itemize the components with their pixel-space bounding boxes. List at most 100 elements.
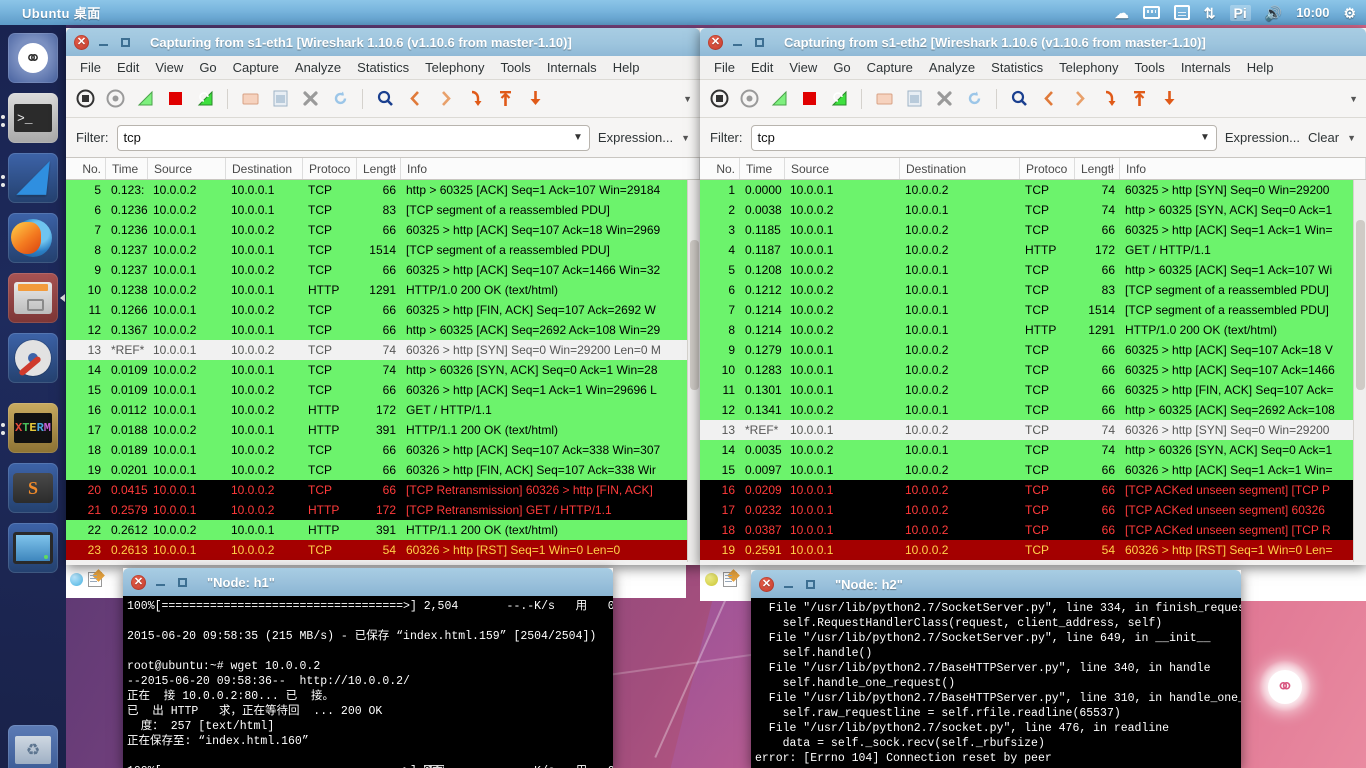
go-back-icon[interactable] (1038, 88, 1060, 110)
start-capture-icon[interactable] (768, 88, 790, 110)
input-method-icon[interactable]: Pi (1229, 4, 1251, 21)
menu-statistics[interactable]: Statistics (983, 58, 1051, 77)
menu-help[interactable]: Help (605, 58, 648, 77)
column-header-no[interactable]: No. (700, 158, 740, 179)
go-last-packet-icon[interactable] (1158, 88, 1180, 110)
table-row[interactable]: 13 *REF* 10.0.0.1 10.0.0.2 TCP 74 60326 > http… (66, 340, 700, 360)
menu-go[interactable]: Go (825, 58, 858, 77)
table-row[interactable]: 10 0.1238 10.0.0.2 10.0.0.1 HTTP 1291 HTTP/1.0… (66, 280, 700, 300)
menu-capture[interactable]: Capture (859, 58, 921, 77)
network-updown-icon[interactable]: ⇅ (1204, 6, 1216, 20)
table-row[interactable]: 19 0.0201 10.0.0.1 10.0.0.2 TCP 66 60326 > htt… (66, 460, 700, 480)
column-header-no[interactable]: No. (66, 158, 106, 179)
keyboard-icon[interactable] (1142, 6, 1160, 19)
launcher-item-firefox[interactable] (8, 213, 58, 263)
terminal-output-h1[interactable]: 100%[===================================… (123, 596, 613, 768)
column-header-protocol[interactable]: Protoco (303, 158, 357, 179)
menu-analyze[interactable]: Analyze (921, 58, 983, 77)
open-file-icon[interactable] (239, 88, 261, 110)
reload-icon[interactable] (329, 88, 351, 110)
clock[interactable]: 10:00 (1296, 5, 1329, 20)
column-header-destination[interactable]: Destination (900, 158, 1020, 179)
filter-overflow-icon[interactable]: ▼ (681, 133, 690, 143)
window-terminal-h2[interactable]: ✕ "Node: h2" File "/usr/lib/python2.7/So… (751, 570, 1241, 768)
table-row[interactable]: 9 0.1237 10.0.0.1 10.0.0.2 TCP 66 60325 > http… (66, 260, 700, 280)
status-dot-icon[interactable] (705, 573, 718, 586)
menu-edit[interactable]: Edit (109, 58, 147, 77)
chevron-down-icon[interactable]: ▼ (1194, 132, 1210, 143)
launcher-item-system-settings[interactable] (8, 333, 58, 383)
interfaces-icon[interactable] (708, 88, 730, 110)
scrollbar-thumb[interactable] (1356, 220, 1365, 390)
minimize-button[interactable] (730, 35, 745, 50)
table-row[interactable]: 14 0.0035 10.0.0.2 10.0.0.1 TCP 74 http > 6032… (700, 440, 1366, 460)
menu-internals[interactable]: Internals (539, 58, 605, 77)
status-dot-icon[interactable] (70, 573, 83, 586)
maximize-button[interactable] (803, 577, 818, 592)
find-packet-icon[interactable] (374, 88, 396, 110)
table-row[interactable]: 18 0.0189 10.0.0.1 10.0.0.2 TCP 66 60326 > htt… (66, 440, 700, 460)
launcher-item-terminal[interactable]: >_ (8, 93, 58, 143)
interfaces-icon[interactable] (74, 88, 96, 110)
menu-go[interactable]: Go (191, 58, 224, 77)
go-back-icon[interactable] (404, 88, 426, 110)
go-to-packet-icon[interactable] (1098, 88, 1120, 110)
go-first-packet-icon[interactable] (1128, 88, 1150, 110)
clear-filter-button[interactable]: Clear (1308, 130, 1339, 145)
table-row[interactable]: 1 0.0000 10.0.0.1 10.0.0.2 TCP 74 60325 > http… (700, 180, 1366, 200)
table-row[interactable]: 4 0.1187 10.0.0.1 10.0.0.2 HTTP 172 GET / HTTP… (700, 240, 1366, 260)
volume-icon[interactable]: 🔊 (1265, 6, 1282, 20)
menu-view[interactable]: View (147, 58, 191, 77)
close-button[interactable]: ✕ (708, 34, 723, 50)
calendar-icon[interactable] (1173, 5, 1190, 20)
toolbar-overflow-icon[interactable]: ▼ (683, 94, 692, 104)
packet-list-scrollbar-left[interactable] (687, 180, 700, 562)
capture-options-icon[interactable] (738, 88, 760, 110)
table-row[interactable]: 17 0.0188 10.0.0.2 10.0.0.1 HTTP 391 HTTP/1.1 … (66, 420, 700, 440)
start-capture-icon[interactable] (134, 88, 156, 110)
note-edit-icon[interactable] (723, 569, 740, 587)
column-header-source[interactable]: Source (785, 158, 900, 179)
save-file-icon[interactable] (269, 88, 291, 110)
table-row[interactable]: 5 0.1208 10.0.0.2 10.0.0.1 TCP 66 http > 60325… (700, 260, 1366, 280)
filter-overflow-icon[interactable]: ▼ (1347, 133, 1356, 143)
table-row[interactable]: 10 0.1283 10.0.0.1 10.0.0.2 TCP 66 60325 > htt… (700, 360, 1366, 380)
terminal-output-h2[interactable]: File "/usr/lib/python2.7/SocketServer.py… (751, 598, 1241, 768)
table-row[interactable]: 11 0.1266 10.0.0.1 10.0.0.2 TCP 66 60325 > htt… (66, 300, 700, 320)
capture-options-icon[interactable] (104, 88, 126, 110)
table-row[interactable]: 18 0.0387 10.0.0.1 10.0.0.2 TCP 66 [TCP ACKed … (700, 520, 1366, 540)
toolbar-overflow-icon[interactable]: ▼ (1349, 94, 1358, 104)
filter-input[interactable]: tcp ▼ (750, 124, 1217, 151)
table-row[interactable]: 8 0.1237 10.0.0.2 10.0.0.1 TCP 1514 [TCP segme… (66, 240, 700, 260)
column-header-info[interactable]: Info (1120, 158, 1366, 179)
launcher-item-ubuntu-dash[interactable]: ⚭ (8, 33, 58, 83)
column-header-length[interactable]: Lengtł (357, 158, 401, 179)
menu-statistics[interactable]: Statistics (349, 58, 417, 77)
go-to-packet-icon[interactable] (464, 88, 486, 110)
close-file-icon[interactable] (299, 88, 321, 110)
launcher-item-files[interactable] (8, 273, 58, 323)
menu-view[interactable]: View (781, 58, 825, 77)
window-wireshark-s1-eth2[interactable]: ✕ Capturing from s1-eth2 [Wireshark 1.10… (700, 28, 1366, 565)
menu-file[interactable]: File (72, 58, 109, 77)
scrollbar-thumb[interactable] (690, 240, 699, 390)
table-row[interactable]: 6 0.1212 10.0.0.2 10.0.0.1 TCP 83 [TCP segment… (700, 280, 1366, 300)
launcher-item-software[interactable]: S (8, 463, 58, 513)
table-row[interactable]: 13 *REF* 10.0.0.1 10.0.0.2 TCP 74 60326 > http… (700, 420, 1366, 440)
table-row[interactable]: 5 0.123: 10.0.0.2 10.0.0.1 TCP 66 http > 60325… (66, 180, 700, 200)
table-row[interactable]: 7 0.1236 10.0.0.1 10.0.0.2 TCP 66 60325 > http… (66, 220, 700, 240)
table-row[interactable]: 3 0.1185 10.0.0.1 10.0.0.2 TCP 66 60325 > http… (700, 220, 1366, 240)
table-row[interactable]: 14 0.0109 10.0.0.2 10.0.0.1 TCP 74 http > 6032… (66, 360, 700, 380)
table-row[interactable]: 8 0.1214 10.0.0.2 10.0.0.1 HTTP 1291 HTTP/1.0 … (700, 320, 1366, 340)
find-packet-icon[interactable] (1008, 88, 1030, 110)
open-file-icon[interactable] (873, 88, 895, 110)
launcher-item-trash[interactable]: ♻ (8, 725, 58, 768)
maximize-button[interactable] (118, 35, 133, 50)
minimize-button[interactable] (96, 35, 111, 50)
menu-tools[interactable]: Tools (1126, 58, 1172, 77)
restart-capture-icon[interactable] (194, 88, 216, 110)
expression-button[interactable]: Expression... (1225, 130, 1300, 145)
reload-icon[interactable] (963, 88, 985, 110)
launcher-item-wireshark[interactable] (8, 153, 58, 203)
column-header-length[interactable]: Lengtł (1075, 158, 1120, 179)
